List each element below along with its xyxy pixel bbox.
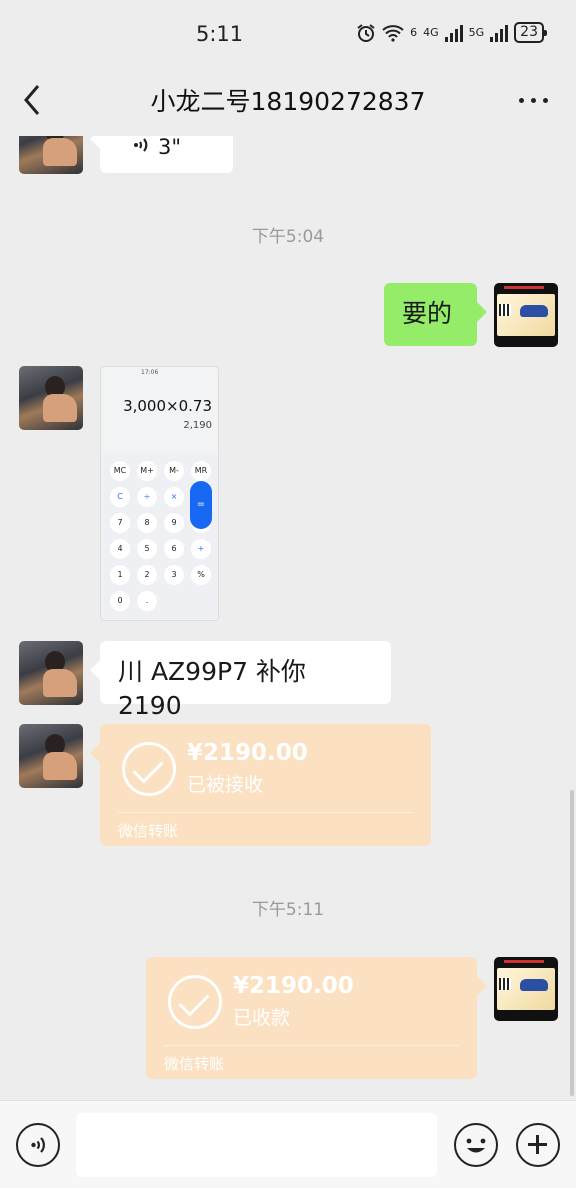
- outgoing-message[interactable]: 要的: [384, 283, 477, 346]
- transfer-card-sent[interactable]: ¥2190.00 已收款 微信转账: [146, 957, 477, 1079]
- more-icon: [518, 97, 524, 103]
- calc-key: 3: [164, 565, 184, 585]
- contact-avatar[interactable]: [19, 136, 83, 174]
- calc-key: C: [110, 487, 130, 507]
- transfer-amount: ¥2190.00: [233, 973, 354, 999]
- transfer-card-received[interactable]: ¥2190.00 已被接收 微信转账: [100, 724, 431, 846]
- calculator-screenshot-image[interactable]: 17:06 3,000×0.73 2,190 MCM+M-MRC÷×⌫789−4…: [100, 366, 219, 621]
- calc-key: M-: [164, 461, 184, 481]
- input-bar: [0, 1100, 576, 1188]
- chat-header: 小龙二号18190272837: [0, 66, 576, 136]
- message-text: 川 AZ99P7 补你 2190: [118, 657, 306, 720]
- voice-wave-icon: [134, 138, 148, 152]
- divider: [118, 812, 413, 813]
- my-avatar[interactable]: [494, 957, 558, 1021]
- signal-icon-1: [444, 24, 463, 42]
- calc-key: 0: [110, 591, 130, 611]
- wifi-badge: 6: [410, 26, 418, 39]
- incoming-message[interactable]: 川 AZ99P7 补你 2190: [100, 641, 391, 720]
- calc-key: 4: [110, 539, 130, 559]
- calc-key: 6: [164, 539, 184, 559]
- voice-duration: 3": [158, 136, 182, 159]
- signal-icon-2: [490, 24, 509, 42]
- voice-input-button[interactable]: [16, 1123, 60, 1167]
- calc-key: 9: [164, 513, 184, 533]
- scrollbar[interactable]: [570, 790, 574, 1096]
- emoji-button[interactable]: [454, 1123, 498, 1167]
- chat-area[interactable]: 3" 下午5:04 要的 17:06 3,000×0.73 2,190 MC M+…: [0, 136, 576, 1100]
- chat-title: 小龙二号18190272837: [150, 87, 426, 116]
- my-avatar[interactable]: [494, 283, 558, 347]
- status-icons: 6 4G 5G 23: [356, 22, 547, 43]
- calc-key: 1: [110, 565, 130, 585]
- message-text: 要的: [402, 299, 453, 328]
- transfer-amount: ¥2190.00: [187, 740, 308, 766]
- calc-keypad: MCM+M-MRC÷×⌫789−456+123%0.: [101, 455, 218, 620]
- calc-key: MC: [110, 461, 130, 481]
- calc-key: MR: [191, 461, 211, 481]
- calc-key: +: [191, 539, 211, 559]
- calc-key: .: [137, 591, 157, 611]
- voice-message[interactable]: 3": [100, 136, 233, 173]
- image-status-text: 17:06: [141, 369, 159, 376]
- status-bar: 5:11 6 4G 5G 23: [0, 0, 576, 66]
- calc-key: ÷: [137, 487, 157, 507]
- calc-key: 2: [137, 565, 157, 585]
- timestamp: 下午5:11: [251, 900, 325, 920]
- smiley-icon: [466, 1138, 486, 1153]
- calc-key: M+: [137, 461, 157, 481]
- alarm-icon: [357, 23, 375, 42]
- calc-key: %: [191, 565, 211, 585]
- calc-key: 5: [137, 539, 157, 559]
- contact-avatar[interactable]: [19, 641, 83, 705]
- transfer-footer: 微信转账: [118, 822, 179, 840]
- timestamp: 下午5:04: [251, 227, 325, 247]
- calc-key: 7: [110, 513, 130, 533]
- calc-result: 2,190: [183, 420, 212, 431]
- more-functions-button[interactable]: [516, 1123, 560, 1167]
- calc-key-equals: =: [190, 481, 212, 529]
- calc-key: ×: [164, 487, 184, 507]
- calc-expression: 3,000×0.73: [123, 397, 212, 415]
- contact-avatar[interactable]: [19, 724, 83, 788]
- battery-icon: 23: [514, 22, 547, 43]
- calc-key: 8: [137, 513, 157, 533]
- message-input[interactable]: [76, 1113, 437, 1177]
- voice-icon: [31, 1137, 45, 1153]
- network-4g-label: 4G: [423, 26, 439, 39]
- status-time: 5:11: [196, 22, 244, 46]
- wifi-icon: [382, 24, 404, 42]
- more-options-button[interactable]: [516, 88, 550, 112]
- transfer-status: 已收款: [233, 1007, 291, 1029]
- contact-avatar[interactable]: [19, 366, 83, 430]
- divider: [164, 1045, 459, 1046]
- check-circle-icon: [122, 742, 176, 796]
- network-5g-label: 5G: [468, 26, 485, 39]
- transfer-footer: 微信转账: [164, 1055, 225, 1073]
- transfer-status: 已被接收: [187, 774, 264, 796]
- check-circle-icon: [168, 975, 222, 1029]
